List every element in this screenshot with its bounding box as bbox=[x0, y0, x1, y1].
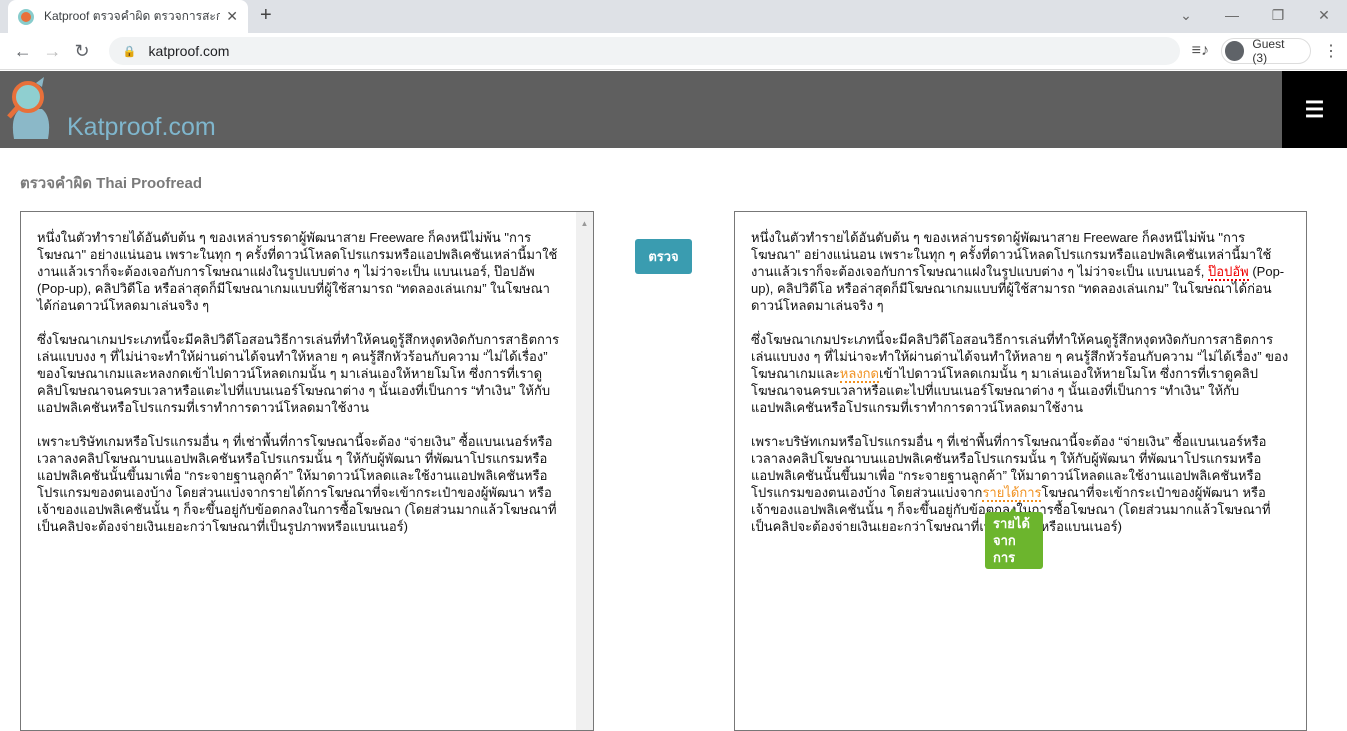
input-paragraph: ซึ่งโฆษณาเกมประเภทนี้จะมีคลิปวิดีโอสอนวิ… bbox=[37, 332, 560, 415]
restore-icon[interactable]: ❐ bbox=[1255, 7, 1301, 24]
minimize-icon[interactable]: — bbox=[1209, 7, 1255, 23]
browser-tab[interactable]: Katproof ตรวจคำผิด ตรวจการสะกดคำ ✕ bbox=[8, 0, 248, 33]
scroll-up-icon[interactable]: ▲ bbox=[576, 215, 593, 232]
new-tab-icon[interactable]: + bbox=[260, 4, 272, 27]
window-controls: ⌄ — ❐ ✕ bbox=[1163, 0, 1347, 30]
suggestion-tooltip: รายได้ จาก การ bbox=[985, 508, 1043, 569]
media-icon[interactable]: ≡♪ bbox=[1192, 42, 1209, 60]
site-brand[interactable]: Katproof.com bbox=[67, 113, 216, 142]
menu-icon[interactable]: ⋮ bbox=[1323, 41, 1339, 61]
page-title: ตรวจคำผิด Thai Proofread bbox=[20, 175, 203, 192]
back-icon[interactable]: ← bbox=[8, 41, 38, 62]
close-window-icon[interactable]: ✕ bbox=[1301, 7, 1347, 24]
profile-button[interactable]: Guest (3) bbox=[1220, 37, 1312, 65]
result-paragraph: ซึ่งโฆษณาเกมประเภทนี้จะมีคลิปวิดีโอสอนวิ… bbox=[751, 331, 1290, 416]
suggested-word[interactable]: หลงกด bbox=[839, 366, 879, 383]
result-paragraph: หนึ่งในตัวทำรายได้อันดับต้น ๆ ของเหล่าบร… bbox=[751, 229, 1290, 314]
lock-icon: 🔒 bbox=[122, 45, 137, 58]
misspelled-word[interactable]: ป๊อปอัพ bbox=[1208, 264, 1249, 281]
tab-search-icon[interactable]: ⌄ bbox=[1163, 7, 1209, 24]
tab-bar: Katproof ตรวจคำผิด ตรวจการสะกดคำ ✕ + ⌄ —… bbox=[0, 0, 1347, 33]
input-textarea[interactable]: หนึ่งในตัวทำรายได้อันดับต้น ๆ ของเหล่าบร… bbox=[20, 211, 594, 731]
avatar-icon bbox=[1224, 41, 1245, 61]
input-paragraph: หนึ่งในตัวทำรายได้อันดับต้น ๆ ของเหล่าบร… bbox=[37, 230, 558, 313]
text: หนึ่งในตัวทำรายได้อันดับต้น ๆ ของเหล่าบร… bbox=[751, 230, 1272, 279]
favicon-icon bbox=[18, 8, 34, 25]
reload-icon[interactable]: ↻ bbox=[67, 41, 97, 62]
input-paragraph: เพราะบริษัทเกมหรือโปรแกรมอื่น ๆ ที่เช่าพ… bbox=[37, 434, 557, 534]
close-tab-icon[interactable]: ✕ bbox=[226, 8, 238, 25]
url-text: katproof.com bbox=[148, 43, 230, 59]
tab-title: Katproof ตรวจคำผิด ตรวจการสะกดคำ bbox=[44, 9, 221, 23]
forward-icon[interactable]: → bbox=[38, 41, 68, 62]
check-button[interactable]: ตรวจ bbox=[635, 239, 692, 274]
address-bar[interactable]: 🔒 katproof.com bbox=[108, 37, 1180, 65]
result-panel: หนึ่งในตัวทำรายได้อันดับต้น ๆ ของเหล่าบร… bbox=[734, 211, 1307, 731]
hamburger-menu-icon[interactable]: ☰ bbox=[1282, 71, 1347, 148]
cat-logo-icon bbox=[7, 77, 50, 139]
scrollbar[interactable]: ▲ bbox=[576, 212, 593, 730]
suggested-word[interactable]: รายได้การ bbox=[982, 485, 1042, 502]
browser-toolbar: ← → ↻ 🔒 katproof.com ≡♪ Guest (3) ⋮ bbox=[0, 33, 1347, 70]
site-header: Katproof.com ☰ bbox=[0, 71, 1347, 148]
profile-label: Guest (3) bbox=[1252, 37, 1285, 65]
